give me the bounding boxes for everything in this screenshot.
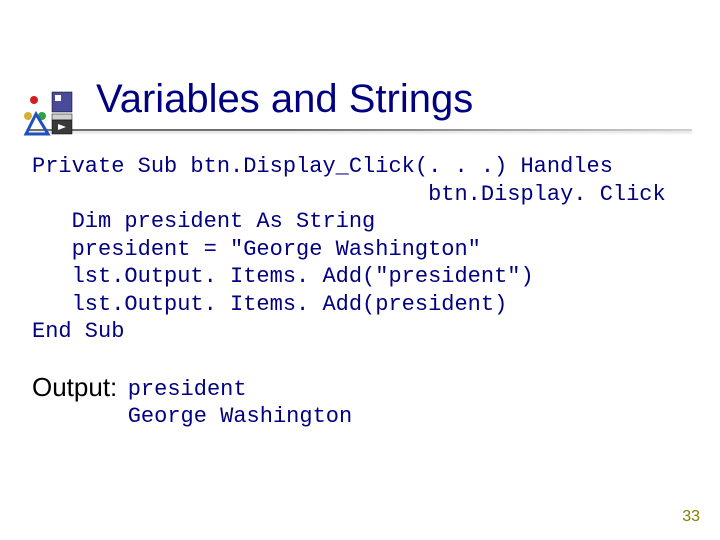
slide-logo-icon [22,90,78,146]
slide-title: Variables and Strings [96,75,720,123]
page-number: 33 [682,508,700,526]
slide: Variables and Strings Private Sub btn.Di… [0,0,720,540]
output-section: Output: president George Washington [32,372,688,431]
code-line: Dim president As String [32,209,375,234]
output-line: George Washington [128,404,352,429]
code-line: lst.Output. Items. Add(president) [32,292,507,317]
code-line: End Sub [32,319,124,344]
output-line: president [128,377,247,402]
code-line: lst.Output. Items. Add("president") [32,264,534,289]
output-text: president George Washington [128,376,352,431]
code-line: president = "George Washington" [32,237,481,262]
title-underline [28,129,692,131]
code-line: Private Sub btn.Display_Click(. . .) Han… [32,154,613,179]
code-block: Private Sub btn.Display_Click(. . .) Han… [32,153,688,346]
code-line: btn.Display. Click [32,182,666,207]
output-label: Output: [32,372,117,403]
